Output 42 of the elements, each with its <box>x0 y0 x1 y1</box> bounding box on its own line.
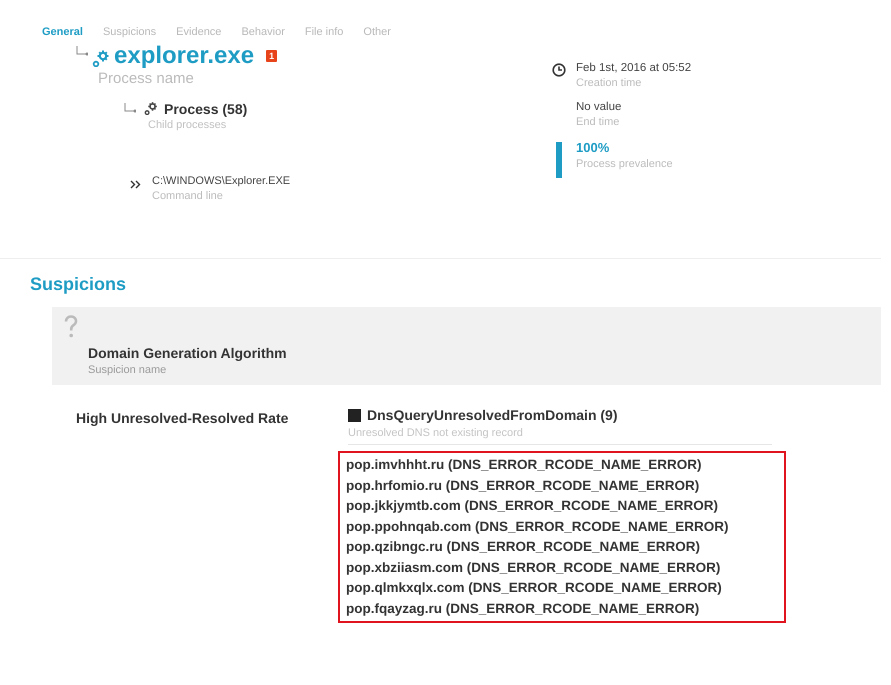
child-process-count[interactable]: Process (58) <box>164 101 248 117</box>
field-label: Process prevalence <box>576 158 673 170</box>
tree-branch-icon <box>76 46 88 56</box>
field-label: Child processes <box>148 119 228 131</box>
dns-query-entry: pop.ppohnqab.com (DNS_ERROR_RCODE_NAME_ERROR) <box>346 518 730 536</box>
dns-query-entry: pop.jkkjymtb.com (DNS_ERROR_RCODE_NAME_ERROR) <box>346 497 720 515</box>
square-icon <box>348 408 361 422</box>
gear-icon <box>92 49 110 67</box>
tab[interactable]: General <box>42 22 83 42</box>
field-value: 100% <box>576 140 610 155</box>
chevrons-icon <box>130 180 142 189</box>
field-label: Command line <box>152 190 224 202</box>
tab[interactable]: Other <box>363 22 391 42</box>
dns-query-entry: pop.fqayzag.ru (DNS_ERROR_RCODE_NAME_ERROR) <box>346 600 700 618</box>
dns-query-entry: pop.xbziiasm.com (DNS_ERROR_RCODE_NAME_ERROR) <box>346 558 722 577</box>
evidence-title: DnsQueryUnresolvedFromDomain (9) <box>367 407 618 423</box>
tree-branch-icon <box>124 103 136 113</box>
alert-badge: 1 <box>266 50 278 62</box>
field-label: Creation time <box>576 77 642 89</box>
dns-query-entry: pop.qzibngc.ru (DNS_ERROR_RCODE_NAME_ERROR) <box>346 538 702 556</box>
field-value: Feb 1st, 2016 at 05:52 <box>576 62 692 74</box>
tab[interactable]: Behavior <box>241 22 285 42</box>
question-mark-icon <box>64 315 78 339</box>
dns-query-entry: pop.hrfomio.ru (DNS_ERROR_RCODE_NAME_ERROR) <box>346 476 700 495</box>
field-label: Process name <box>98 70 195 87</box>
field-label: End time <box>576 116 620 128</box>
field-label: Suspicion name <box>88 364 168 376</box>
gear-icon <box>144 101 158 115</box>
clock-icon <box>552 63 566 77</box>
process-name: explorer.exe <box>114 42 254 70</box>
field-value: No value <box>576 101 622 113</box>
section-heading: Suspicions <box>30 273 128 295</box>
tab[interactable]: Evidence <box>176 22 222 42</box>
prevalence-meter <box>556 142 562 178</box>
suspicion-name: Domain Generation Algorithm <box>88 345 287 361</box>
field-label: Unresolved DNS not existing record <box>348 427 772 445</box>
tab[interactable]: Suspicions <box>102 22 156 42</box>
dns-query-entry: pop.imvhhht.ru (DNS_ERROR_RCODE_NAME_ERROR) <box>346 456 703 474</box>
rule-name: High Unresolved-Resolved Rate <box>76 409 290 428</box>
command-line-value: C:\WINDOWS\Explorer.EXE <box>152 175 290 187</box>
tab[interactable]: File info <box>304 22 344 42</box>
dns-query-entry: pop.qlmkxqlx.com (DNS_ERROR_RCODE_NAME_ERROR) <box>346 579 723 597</box>
